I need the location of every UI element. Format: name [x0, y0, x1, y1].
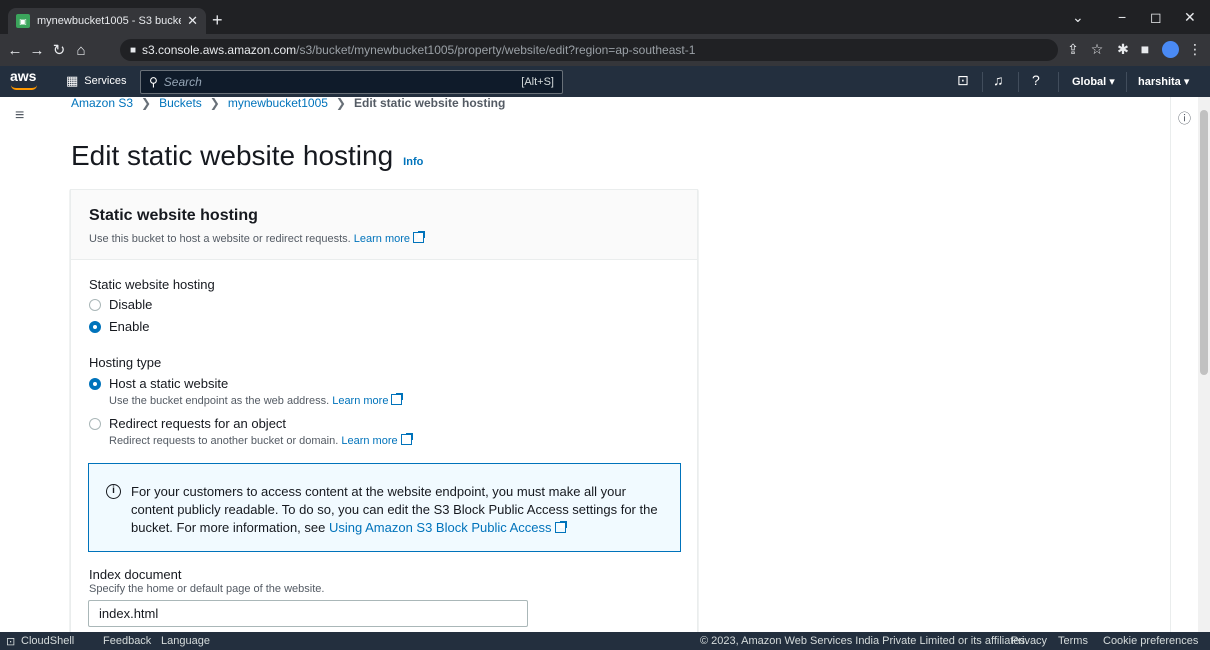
- cloudshell-icon[interactable]: ⊡: [957, 72, 969, 89]
- lock-icon: ■: [130, 44, 137, 56]
- header-divider: [1018, 72, 1019, 92]
- header-divider: [1126, 72, 1127, 92]
- redirect-radio[interactable]: [89, 418, 101, 430]
- scrollbar-thumb[interactable]: [1200, 110, 1208, 375]
- grid-icon: ▦: [66, 73, 79, 88]
- info-panel-icon[interactable]: ⓘ: [1178, 108, 1191, 127]
- s3-favicon-icon: ▣: [16, 14, 30, 28]
- external-link-icon: [554, 521, 567, 533]
- browser-tab[interactable]: ▣ mynewbucket1005 - S3 bucket ✕: [8, 8, 206, 34]
- close-window-button[interactable]: ✕: [1184, 9, 1196, 25]
- chevron-right-icon: ❯: [335, 96, 346, 110]
- alert-message: For your customers to access content at …: [131, 483, 671, 537]
- index-document-label: Index document: [89, 567, 182, 582]
- redirect-desc-text: Redirect requests to another bucket or d…: [109, 435, 339, 447]
- search-shortcut: [Alt+S]: [521, 76, 554, 88]
- feedback-link[interactable]: Feedback: [103, 635, 151, 647]
- container-description: Use this bucket to host a website or red…: [89, 231, 426, 245]
- console-footer: ⊡ CloudShell Feedback Language © 2023, A…: [0, 632, 1210, 650]
- external-link-icon: [391, 393, 404, 405]
- cookie-preferences-link[interactable]: Cookie preferences: [1103, 635, 1198, 647]
- search-icon: ⚲: [149, 75, 158, 89]
- learn-more-link[interactable]: Learn more: [341, 435, 397, 447]
- notifications-bell-icon[interactable]: ♫: [993, 72, 1004, 88]
- menu-kebab-icon[interactable]: ⋮: [1186, 41, 1204, 58]
- breadcrumb-bucket[interactable]: mynewbucket1005: [228, 97, 328, 110]
- disable-label[interactable]: Disable: [109, 297, 152, 312]
- enable-label[interactable]: Enable: [109, 319, 149, 334]
- account-menu[interactable]: harshita ▾: [1138, 75, 1189, 88]
- maximize-button[interactable]: ◻: [1150, 9, 1162, 25]
- enable-radio[interactable]: [89, 321, 101, 333]
- side-panel-icon[interactable]: ■: [1136, 41, 1154, 57]
- redirect-desc: Redirect requests to another bucket or d…: [109, 433, 413, 447]
- privacy-link[interactable]: Privacy: [1011, 635, 1047, 647]
- back-icon[interactable]: ←: [4, 42, 26, 59]
- region-selector[interactable]: Global ▾: [1072, 75, 1115, 88]
- copyright-text: © 2023, Amazon Web Services India Privat…: [700, 635, 1029, 647]
- tab-title: mynewbucket1005 - S3 bucket: [37, 15, 182, 27]
- services-menu-button[interactable]: ▦ Services: [66, 69, 126, 93]
- language-link[interactable]: Language: [161, 635, 210, 647]
- bookmark-star-icon[interactable]: ☆: [1088, 41, 1106, 58]
- url-path: /s3/bucket/mynewbucket1005/property/webs…: [296, 43, 696, 57]
- url-host: s3.console.aws.amazon.com: [142, 43, 297, 57]
- address-bar[interactable]: ■ s3.console.aws.amazon.com /s3/bucket/m…: [120, 39, 1058, 61]
- description-text: Use this bucket to host a website or red…: [89, 233, 351, 245]
- search-input[interactable]: ⚲ Search [Alt+S]: [140, 70, 563, 94]
- page-title: Edit static website hosting: [71, 140, 394, 171]
- tab-search-icon[interactable]: ⌄: [1072, 9, 1084, 25]
- header-divider: [1058, 72, 1059, 92]
- extensions-icon[interactable]: ✱: [1114, 41, 1132, 58]
- block-public-access-link[interactable]: Using Amazon S3 Block Public Access: [329, 520, 552, 535]
- host-static-desc-text: Use the bucket endpoint as the web addre…: [109, 395, 330, 407]
- close-tab-icon[interactable]: ✕: [187, 13, 198, 29]
- hosting-label: Static website hosting: [89, 277, 215, 292]
- info-link[interactable]: Info: [403, 156, 423, 168]
- home-icon[interactable]: ⌂: [70, 42, 92, 59]
- disable-radio[interactable]: [89, 299, 101, 311]
- minimize-button[interactable]: −: [1118, 9, 1126, 25]
- host-static-radio[interactable]: [89, 378, 101, 390]
- reload-icon[interactable]: ↻: [48, 41, 70, 59]
- profile-avatar[interactable]: [1162, 41, 1179, 58]
- cloudshell-footer-icon: ⊡: [6, 636, 16, 648]
- search-placeholder: Search: [163, 75, 202, 89]
- host-static-label[interactable]: Host a static website: [109, 376, 228, 391]
- new-tab-button[interactable]: +: [212, 10, 223, 30]
- index-document-input[interactable]: [88, 600, 528, 627]
- right-rail-divider: [1170, 97, 1171, 632]
- index-document-desc: Specify the home or default page of the …: [89, 583, 325, 595]
- aws-smile-icon: [11, 85, 37, 90]
- hosting-type-label: Hosting type: [89, 355, 162, 370]
- forward-icon[interactable]: →: [26, 42, 48, 59]
- aws-logo[interactable]: aws: [10, 69, 36, 83]
- redirect-label[interactable]: Redirect requests for an object: [109, 416, 286, 431]
- external-link-icon: [400, 433, 413, 445]
- header-divider: [982, 72, 983, 92]
- container-title: Static website hosting: [89, 207, 258, 224]
- terms-link[interactable]: Terms: [1058, 635, 1088, 647]
- breadcrumb-amazon-s3[interactable]: Amazon S3: [71, 97, 133, 110]
- chevron-right-icon: ❯: [141, 96, 152, 110]
- share-icon[interactable]: ⇪: [1064, 41, 1082, 58]
- info-icon: i: [106, 484, 121, 499]
- help-icon[interactable]: ?: [1032, 72, 1040, 88]
- cloudshell-link[interactable]: CloudShell: [21, 635, 74, 647]
- hamburger-menu-icon[interactable]: ≡: [15, 107, 24, 125]
- external-link-icon: [413, 231, 426, 243]
- learn-more-link[interactable]: Learn more: [354, 233, 410, 245]
- breadcrumb: Amazon S3 ❯ Buckets ❯ mynewbucket1005 ❯ …: [71, 97, 505, 110]
- page-title-row: Edit static website hosting Info: [71, 140, 423, 172]
- breadcrumb-current: Edit static website hosting: [353, 96, 506, 110]
- container-header: [71, 190, 697, 260]
- learn-more-link[interactable]: Learn more: [332, 395, 388, 407]
- breadcrumb-buckets[interactable]: Buckets: [159, 97, 202, 110]
- host-static-desc: Use the bucket endpoint as the web addre…: [109, 393, 404, 407]
- chevron-right-icon: ❯: [209, 96, 220, 110]
- services-label: Services: [84, 75, 127, 87]
